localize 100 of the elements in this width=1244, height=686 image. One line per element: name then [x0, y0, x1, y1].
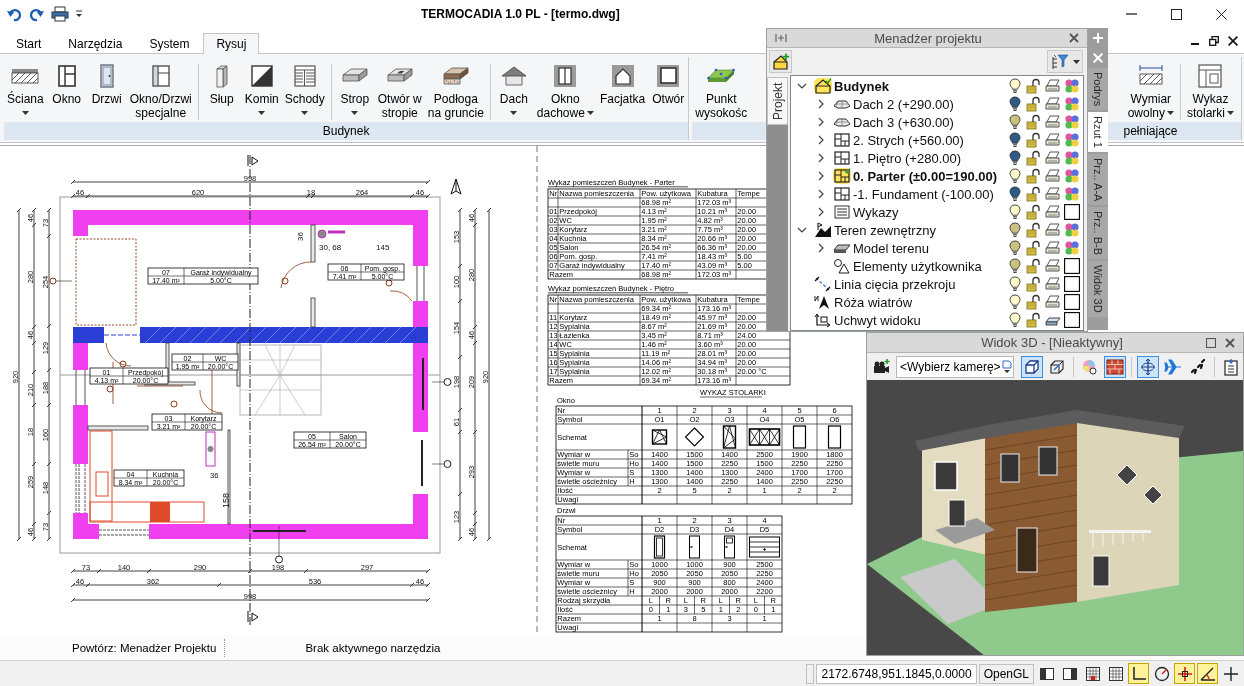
tree-item-label[interactable]: Model terenu — [853, 240, 1007, 256]
ribbon-tab[interactable]: System — [136, 33, 203, 54]
lightbulb-icon[interactable] — [1007, 114, 1023, 130]
status-toggle-button[interactable] — [1174, 663, 1195, 684]
ribbon-tab[interactable]: Rysuj — [203, 33, 260, 54]
chevron-icon[interactable] — [816, 117, 826, 127]
view-tab[interactable]: Prz.. B-B — [1088, 207, 1108, 260]
camera-select[interactable]: <Wybierz kamerę> — [896, 355, 1014, 378]
padlock-icon[interactable] — [1026, 294, 1042, 310]
ribbon-button[interactable]: Facjatka — [596, 58, 649, 106]
four-color-icon[interactable] — [1064, 240, 1080, 256]
lightbulb-icon[interactable] — [1007, 96, 1023, 112]
chevron-icon[interactable] — [816, 189, 826, 199]
chevron-icon[interactable] — [816, 171, 826, 181]
tree-item-label[interactable]: Budynek — [834, 78, 1007, 94]
printer-icon[interactable] — [1045, 78, 1061, 94]
four-color-icon[interactable] — [1064, 78, 1080, 94]
chevron-icon[interactable] — [797, 81, 807, 91]
printer-icon[interactable] — [1045, 114, 1061, 130]
lightbulb-icon[interactable] — [1007, 222, 1023, 238]
chevron-icon[interactable] — [816, 243, 826, 253]
printer-icon[interactable] — [1045, 258, 1061, 274]
ribbon-button[interactable]: Okno — [46, 58, 87, 106]
four-color-icon[interactable] — [1064, 132, 1080, 148]
padlock-icon[interactable] — [1026, 132, 1042, 148]
padlock-icon[interactable] — [1026, 312, 1042, 328]
ribbon-button[interactable]: Otwór w stropie — [374, 58, 425, 120]
view-tab[interactable]: Podrys — [1088, 68, 1108, 111]
lightbulb-icon[interactable] — [1007, 186, 1023, 202]
printer-icon[interactable] — [1045, 222, 1061, 238]
lightbulb-icon[interactable] — [1007, 168, 1023, 184]
ribbon-button[interactable]: Wykaz stolarki — [1184, 58, 1237, 120]
ribbon-button[interactable]: Drzwi — [86, 58, 127, 106]
chevron-icon[interactable] — [816, 153, 826, 163]
ribbon-button[interactable]: Komin — [241, 58, 282, 120]
lightbulb-icon[interactable] — [1007, 258, 1023, 274]
chevron-icon[interactable] — [816, 207, 826, 217]
padlock-icon[interactable] — [1026, 222, 1042, 238]
ribbon-button[interactable]: Okno/Drzwi specjalne — [126, 58, 195, 120]
padlock-icon[interactable] — [1026, 114, 1042, 130]
maximize-icon[interactable] — [1206, 337, 1216, 348]
printer-icon[interactable] — [1045, 132, 1061, 148]
padlock-icon[interactable] — [1026, 276, 1042, 292]
lightbulb-icon[interactable] — [1007, 204, 1023, 220]
side-tab[interactable]: Projekt — [767, 77, 788, 125]
lightbulb-icon[interactable] — [1007, 294, 1023, 310]
empty-swatch-icon[interactable] — [1064, 312, 1080, 328]
status-toggle-button[interactable] — [1128, 663, 1149, 684]
tree-item-label[interactable]: 0. Parter (±0.00=190.00) — [853, 168, 1007, 184]
four-color-icon[interactable] — [1064, 96, 1080, 112]
tree-item-label[interactable]: Elementy użytkownika — [853, 258, 1007, 274]
view-tab[interactable]: Widok 3D — [1088, 261, 1108, 318]
tree-item-label[interactable]: Wykazy — [853, 204, 1007, 220]
tree-item-label[interactable]: 2. Strych (+560.00) — [853, 132, 1007, 148]
lightbulb-icon[interactable] — [1007, 78, 1023, 94]
printer-icon[interactable] — [1045, 186, 1061, 202]
lightbulb-icon[interactable] — [1007, 312, 1023, 328]
padlock-icon[interactable] — [1026, 150, 1042, 166]
chevron-icon[interactable] — [797, 225, 807, 235]
close-icon[interactable] — [1225, 337, 1235, 348]
padlock-icon[interactable] — [1026, 240, 1042, 256]
close-icon[interactable] — [1069, 33, 1079, 43]
lightbulb-icon[interactable] — [1007, 240, 1023, 256]
lightbulb-icon[interactable] — [1007, 276, 1023, 292]
lightbulb-icon[interactable] — [1007, 150, 1023, 166]
ribbon-tab[interactable]: Start — [3, 33, 55, 54]
ribbon-button[interactable]: Schody — [281, 58, 328, 120]
padlock-icon[interactable] — [1026, 78, 1042, 94]
ribbon-button[interactable]: Wymiar owolny — [1124, 58, 1177, 120]
tree-item-label[interactable]: Dach 2 (+290.00) — [853, 96, 1007, 112]
ribbon-button[interactable]: Okno dachowe — [533, 58, 597, 120]
tree-item-label[interactable]: -1. Fundament (-100.00) — [853, 186, 1007, 202]
filter-button[interactable] — [1047, 50, 1083, 73]
printer-icon[interactable] — [1045, 150, 1061, 166]
ribbon-button[interactable]: Słup — [201, 58, 242, 106]
empty-swatch-icon[interactable] — [1064, 294, 1080, 310]
four-color-icon[interactable] — [1064, 150, 1080, 166]
four-color-icon[interactable] — [1064, 186, 1080, 202]
ribbon-button[interactable]: Punkt wysokośc — [692, 58, 751, 120]
empty-swatch-icon[interactable] — [1064, 204, 1080, 220]
empty-swatch-icon[interactable] — [1064, 258, 1080, 274]
view-tab[interactable]: Rzut 1 — [1088, 112, 1108, 153]
padlock-icon[interactable] — [1026, 204, 1042, 220]
four-color-icon[interactable] — [1064, 222, 1080, 238]
status-toggle-button[interactable] — [1197, 663, 1218, 684]
view-tool-button[interactable] — [1021, 355, 1043, 378]
tree-item-label[interactable]: Teren zewnętrzny — [834, 222, 1007, 238]
tree-item-label[interactable]: Uchwyt widoku — [834, 312, 1007, 328]
empty-swatch-icon[interactable] — [1064, 276, 1080, 292]
ribbon-button[interactable]: Dach — [493, 58, 534, 120]
ribbon-tab[interactable]: Narzędzia — [55, 33, 136, 54]
printer-icon[interactable] — [1045, 168, 1061, 184]
lightbulb-icon[interactable] — [1007, 132, 1023, 148]
padlock-icon[interactable] — [1026, 186, 1042, 202]
printer-icon[interactable] — [1045, 276, 1061, 292]
chevron-icon[interactable] — [816, 135, 826, 145]
tree-item-label[interactable]: 1. Piętro (+280.00) — [853, 150, 1007, 166]
view-tab[interactable]: Prz.. A-A — [1088, 154, 1108, 206]
tree-item-label[interactable]: Dach 3 (+630.00) — [853, 114, 1007, 130]
printer-icon[interactable] — [1045, 96, 1061, 112]
